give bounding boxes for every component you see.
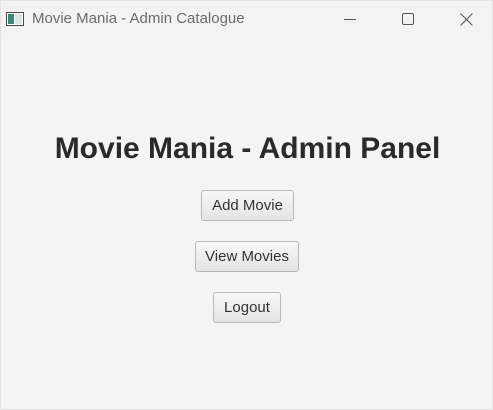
app-window: Movie Mania - Admin Catalogue Movie Mani… (0, 0, 493, 410)
maximize-button[interactable] (385, 1, 431, 37)
minimize-button[interactable] (327, 1, 373, 37)
minimize-icon (344, 19, 356, 20)
page-title: Movie Mania - Admin Panel (54, 132, 441, 165)
view-movies-button[interactable]: View Movies (195, 241, 299, 272)
title-bar[interactable]: Movie Mania - Admin Catalogue (1, 1, 492, 37)
close-button[interactable] (443, 1, 489, 37)
main-panel: Movie Mania - Admin Panel Add Movie View… (1, 37, 492, 409)
close-icon (459, 12, 473, 26)
add-movie-button[interactable]: Add Movie (201, 190, 294, 221)
maximize-icon (402, 13, 414, 25)
app-icon (6, 12, 24, 26)
logout-button[interactable]: Logout (213, 292, 281, 323)
window-title: Movie Mania - Admin Catalogue (32, 10, 245, 27)
